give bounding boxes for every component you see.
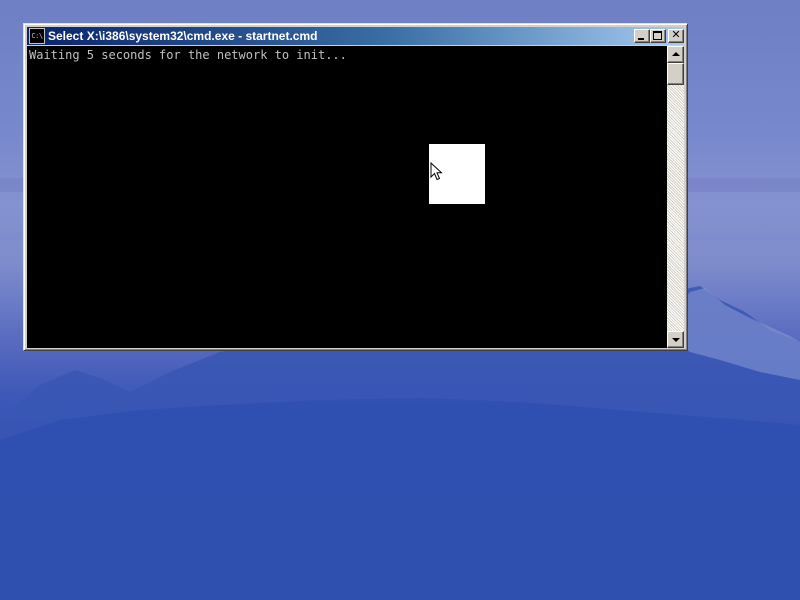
vertical-scrollbar[interactable] [667,46,684,348]
scroll-up-button[interactable] [667,46,684,63]
cmd-icon[interactable]: C:\ [29,28,45,44]
close-button[interactable]: ✕ [668,29,684,43]
maximize-button[interactable] [650,29,666,43]
maximize-icon [653,31,662,40]
console-line: Waiting 5 seconds for the network to ini… [29,48,347,62]
title-bar[interactable]: C:\ Select X:\i386\system32\cmd.exe - st… [27,27,684,45]
cmd-window[interactable]: C:\ Select X:\i386\system32\cmd.exe - st… [23,23,688,351]
console-output[interactable]: Waiting 5 seconds for the network to ini… [27,46,667,348]
window-title: Select X:\i386\system32\cmd.exe - startn… [48,29,318,43]
mouse-pointer-icon [430,162,443,181]
minimize-icon [638,38,644,40]
arrow-up-icon [672,52,680,56]
scroll-thumb[interactable] [667,63,684,85]
arrow-down-icon [672,338,680,342]
minimize-button[interactable] [634,29,650,43]
scroll-down-button[interactable] [667,331,684,348]
close-icon: ✕ [671,28,681,41]
